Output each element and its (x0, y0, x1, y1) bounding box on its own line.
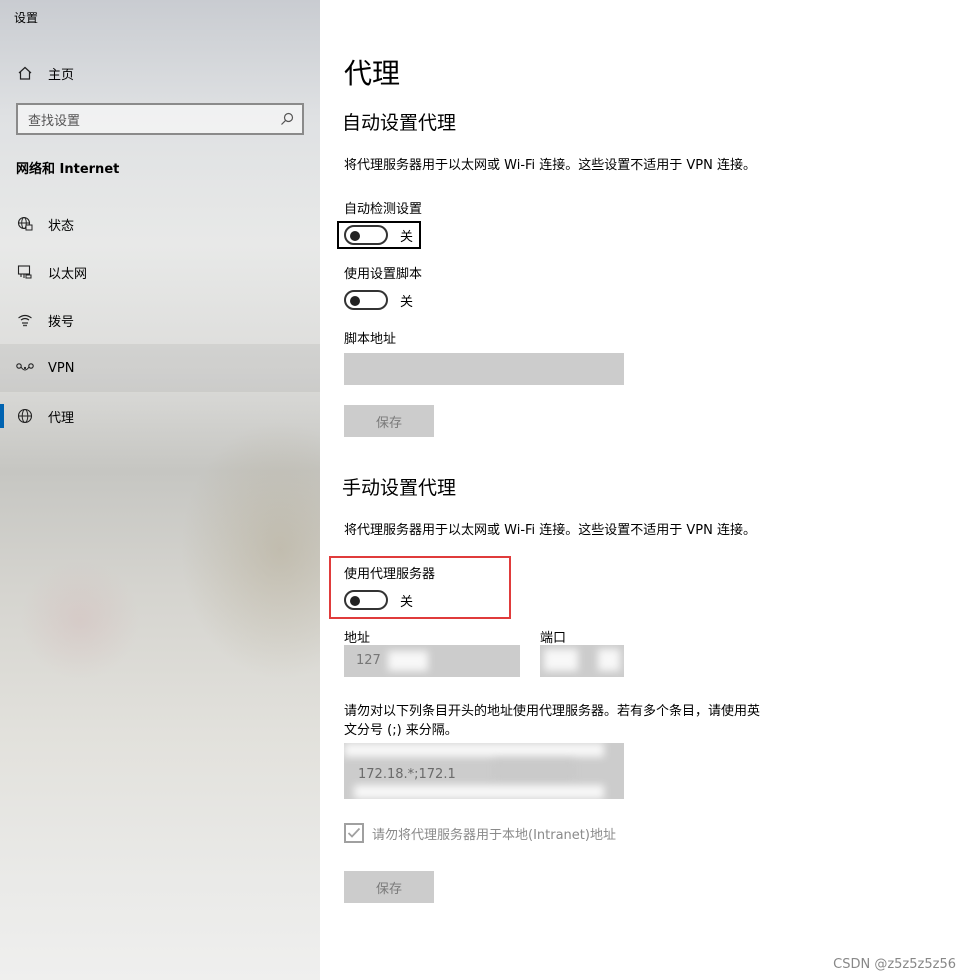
main-content: 代理 自动设置代理 将代理服务器用于以太网或 Wi-Fi 连接。这些设置不适用于… (320, 0, 970, 980)
globe-icon (16, 407, 34, 425)
exceptions-textarea[interactable]: 172.18.*;172.1 (344, 743, 624, 799)
toggle-knob (350, 596, 360, 606)
use-proxy-toggle[interactable] (344, 590, 388, 610)
proxy-address-label: 地址 (344, 631, 371, 646)
auto-proxy-heading: 自动设置代理 (342, 112, 457, 134)
dialup-icon (16, 311, 34, 329)
auto-proxy-description: 将代理服务器用于以太网或 Wi-Fi 连接。这些设置不适用于 VPN 连接。 (344, 158, 757, 173)
manual-proxy-description: 将代理服务器用于以太网或 Wi-Fi 连接。这些设置不适用于 VPN 连接。 (344, 523, 757, 538)
exceptions-description-line2: 文分号 (;) 来分隔。 (344, 723, 458, 738)
manual-proxy-heading: 手动设置代理 (342, 477, 457, 499)
setup-script-label: 使用设置脚本 (344, 267, 423, 282)
sidebar-item-vpn[interactable]: VPN (0, 344, 320, 392)
redaction-blur (388, 651, 428, 671)
sidebar-item-label: 拨号 (48, 314, 75, 330)
active-indicator (0, 404, 4, 428)
redaction-blur (354, 785, 604, 799)
proxy-port-input[interactable] (540, 645, 624, 677)
local-bypass-row[interactable]: 请勿将代理服务器用于本地(Intranet)地址 (344, 823, 616, 843)
toggle-knob (350, 231, 360, 241)
sidebar-item-label: 状态 (48, 218, 75, 234)
sidebar-item-home[interactable]: 主页 (0, 49, 320, 97)
use-proxy-label: 使用代理服务器 (344, 567, 436, 582)
sidebar-section-title: 网络和 Internet (16, 162, 120, 177)
vpn-icon (16, 359, 34, 377)
proxy-address-value: 127 (356, 653, 381, 668)
page-title: 代理 (344, 57, 401, 90)
sidebar-item-label: VPN (48, 360, 75, 376)
ethernet-icon (16, 263, 34, 281)
local-bypass-label: 请勿将代理服务器用于本地(Intranet)地址 (372, 827, 616, 843)
sidebar-item-ethernet[interactable]: 以太网 (0, 248, 320, 296)
sidebar-item-label: 主页 (48, 67, 75, 83)
manual-save-button[interactable]: 保存 (344, 871, 434, 903)
redaction-blur (494, 759, 574, 783)
auto-detect-label: 自动检测设置 (344, 202, 423, 217)
setup-script-toggle-row[interactable]: 关 (344, 288, 413, 312)
search-icon (280, 112, 294, 130)
sidebar-item-dialup[interactable]: 拨号 (0, 296, 320, 344)
checkmark-icon (347, 827, 361, 838)
search-input[interactable]: 查找设置 (16, 103, 304, 135)
redaction-blur (598, 649, 620, 671)
globe-status-icon (16, 215, 34, 233)
sidebar-item-proxy[interactable]: 代理 (0, 392, 320, 440)
sidebar-background-glow-2 (20, 560, 140, 680)
local-bypass-checkbox[interactable] (344, 823, 364, 843)
home-icon (16, 64, 34, 82)
exceptions-description-line1: 请勿对以下列条目开头的地址使用代理服务器。若有多个条目，请使用英 (344, 704, 761, 719)
sidebar-background-glow (180, 420, 320, 680)
sidebar: 设置 主页 查找设置 网络和 Internet 状态 以太网 拨号 VPN 代理 (0, 0, 320, 980)
script-address-input[interactable] (344, 353, 624, 385)
setup-script-toggle[interactable] (344, 290, 388, 310)
proxy-address-input[interactable]: 127 (344, 645, 520, 677)
window-title: 设置 (14, 11, 39, 25)
proxy-port-label: 端口 (540, 631, 567, 646)
auto-detect-toggle-row[interactable]: 关 (344, 223, 413, 247)
sidebar-item-label: 以太网 (48, 266, 88, 282)
redaction-blur (344, 743, 604, 757)
search-placeholder: 查找设置 (28, 113, 81, 129)
use-proxy-toggle-row[interactable]: 关 (344, 588, 413, 612)
script-address-label: 脚本地址 (344, 332, 397, 347)
use-proxy-state: 关 (400, 594, 414, 610)
sidebar-item-status[interactable]: 状态 (0, 200, 320, 248)
setup-script-state: 关 (400, 294, 414, 310)
auto-detect-state: 关 (400, 229, 414, 245)
redaction-blur (544, 649, 578, 671)
exceptions-value: 172.18.*;172.1 (358, 767, 456, 782)
toggle-knob (350, 296, 360, 306)
sidebar-item-label: 代理 (48, 410, 75, 426)
watermark: CSDN @z5z5z5z56 (833, 957, 956, 972)
auto-save-button[interactable]: 保存 (344, 405, 434, 437)
auto-detect-toggle[interactable] (344, 225, 388, 245)
